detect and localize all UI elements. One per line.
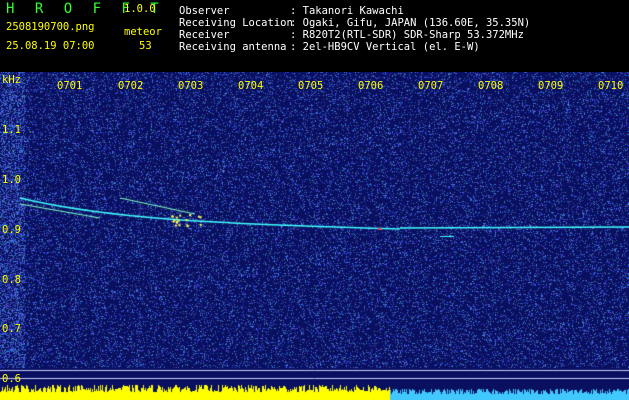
time-label-0710: 0710 xyxy=(598,80,624,92)
antenna-label: Receiving antenna xyxy=(179,41,287,53)
time-label-0709: 0709 xyxy=(538,80,564,92)
freq-label-0-7: 0.7 xyxy=(2,323,21,335)
location-label: Receiving Location xyxy=(179,17,293,29)
filename: 2508190700.png xyxy=(6,21,95,33)
khz-unit-label: kHz xyxy=(2,74,21,86)
time-label-0705: 0705 xyxy=(298,80,324,92)
header-bar: H R O F F T 1.0.0 2508190700.png 25.08.1… xyxy=(0,0,629,72)
freq-label-0-9: 0.9 xyxy=(2,224,21,236)
time-label-0702: 0702 xyxy=(118,80,144,92)
observer-label: Observer xyxy=(179,5,230,17)
time-label-0704: 0704 xyxy=(238,80,264,92)
time-label-0703: 0703 xyxy=(178,80,204,92)
detection-label: meteor xyxy=(124,26,162,38)
time-label-0707: 0707 xyxy=(418,80,444,92)
receiver-label: Receiver xyxy=(179,29,230,41)
time-label-0708: 0708 xyxy=(478,80,504,92)
app-version: 1.0.0 xyxy=(124,3,156,15)
detection-count: 53 xyxy=(139,40,152,52)
freq-label-1-0: 1.0 xyxy=(2,174,21,186)
observer-value: : Takanori Kawachi xyxy=(290,5,404,17)
freq-label-0-8: 0.8 xyxy=(2,274,21,286)
datetime: 25.08.19 07:00 xyxy=(6,40,95,52)
spectrogram-canvas xyxy=(0,72,629,400)
freq-label-0-6: 0.6 xyxy=(2,373,21,385)
time-label-0706: 0706 xyxy=(358,80,384,92)
time-label-0701: 0701 xyxy=(57,80,83,92)
location-value: : Ogaki, Gifu, JAPAN (136.60E, 35.35N) xyxy=(290,17,531,29)
antenna-value: : 2el-HB9CV Vertical (el. E-W) xyxy=(290,41,480,53)
receiver-value: : R820T2(RTL-SDR) SDR-Sharp 53.372MHz xyxy=(290,29,524,41)
freq-label-1-1: 1.1 xyxy=(2,124,21,136)
